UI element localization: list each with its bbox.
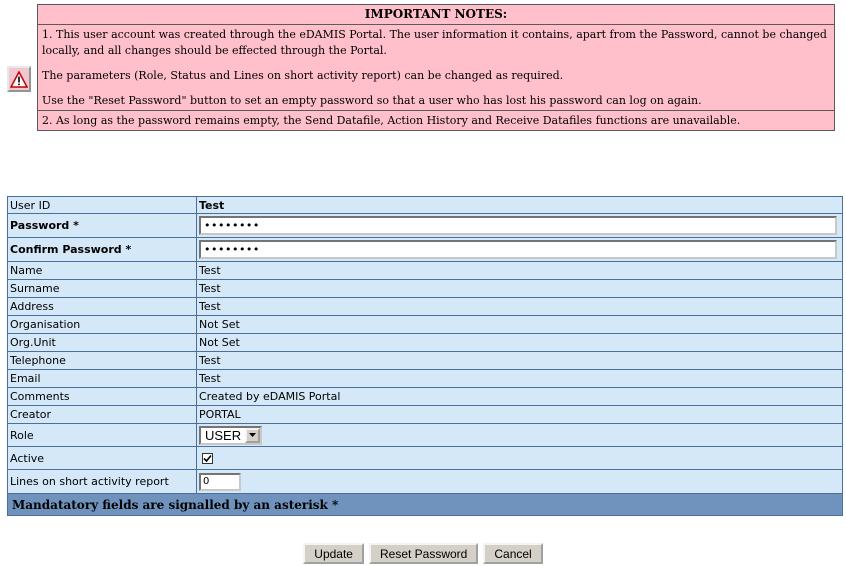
telephone-label: Telephone <box>8 352 197 369</box>
comments-value: Created by eDAMIS Portal <box>199 390 341 403</box>
creator-value: PORTAL <box>199 408 241 421</box>
warning-icon <box>7 66 31 92</box>
active-checkbox[interactable] <box>202 452 213 464</box>
email-label: Email <box>8 370 197 387</box>
creator-row: Creator PORTAL <box>8 406 842 424</box>
lines-row: Lines on short activity report 0 <box>8 470 842 494</box>
org-unit-row: Org.Unit Not Set <box>8 334 842 352</box>
password-input[interactable]: •••••••• <box>199 216 837 235</box>
checkmark-icon <box>203 454 212 462</box>
surname-label: Surname <box>8 280 197 297</box>
role-row: Role USER <box>8 424 842 447</box>
org-unit-label: Org.Unit <box>8 334 197 351</box>
button-bar: Update Reset Password Cancel <box>0 543 846 564</box>
email-value: Test <box>199 372 221 385</box>
address-label: Address <box>8 298 197 315</box>
active-label: Active <box>8 447 197 469</box>
role-selected-value: USER <box>205 427 242 443</box>
org-unit-value: Not Set <box>199 336 240 349</box>
password-label: Password * <box>8 214 197 237</box>
important-notes-panel: IMPORTANT NOTES: 1. This user account wa… <box>37 4 835 131</box>
confirm-password-row: Confirm Password * •••••••• <box>8 238 842 262</box>
surname-row: Surname Test <box>8 280 842 298</box>
user-id-label: User ID <box>8 197 197 213</box>
email-row: Email Test <box>8 370 842 388</box>
role-label: Role <box>8 424 197 446</box>
note-1-paragraph-3: Use the "Reset Password" button to set a… <box>42 94 702 107</box>
reset-password-button[interactable]: Reset Password <box>368 543 479 564</box>
comments-label: Comments <box>8 388 197 405</box>
address-value: Test <box>199 300 221 313</box>
role-select[interactable]: USER <box>199 425 263 445</box>
user-id-value: Test <box>199 198 225 212</box>
address-row: Address Test <box>8 298 842 316</box>
note-2: 2. As long as the password remains empty… <box>42 114 741 127</box>
telephone-row: Telephone Test <box>8 352 842 370</box>
name-value: Test <box>199 264 221 277</box>
note-1: 1. This user account was created through… <box>38 25 834 111</box>
user-id-row: User ID Test <box>8 197 842 214</box>
user-details-form: User ID Test Password * •••••••• Confirm… <box>7 196 843 516</box>
confirm-password-input[interactable]: •••••••• <box>199 240 837 259</box>
surname-value: Test <box>199 282 221 295</box>
notes-title: IMPORTANT NOTES: <box>38 5 834 25</box>
lines-label: Lines on short activity report <box>8 470 197 493</box>
password-row: Password * •••••••• <box>8 214 842 238</box>
organisation-label: Organisation <box>8 316 197 333</box>
confirm-password-label: Confirm Password * <box>8 238 197 261</box>
lines-input[interactable]: 0 <box>199 472 241 491</box>
creator-label: Creator <box>8 406 197 423</box>
active-row: Active <box>8 447 842 470</box>
comments-row: Comments Created by eDAMIS Portal <box>8 388 842 406</box>
cancel-button[interactable]: Cancel <box>483 543 543 564</box>
mandatory-note: Mandatatory fields are signalled by an a… <box>8 494 842 515</box>
telephone-value: Test <box>199 354 221 367</box>
update-button[interactable]: Update <box>303 543 364 564</box>
name-row: Name Test <box>8 262 842 280</box>
note-1-paragraph-2: The parameters (Role, Status and Lines o… <box>42 69 564 82</box>
organisation-value: Not Set <box>199 318 240 331</box>
note-1-paragraph-1: 1. This user account was created through… <box>42 28 827 57</box>
organisation-row: Organisation Not Set <box>8 316 842 334</box>
name-label: Name <box>8 262 197 279</box>
chevron-down-icon[interactable] <box>245 427 261 443</box>
